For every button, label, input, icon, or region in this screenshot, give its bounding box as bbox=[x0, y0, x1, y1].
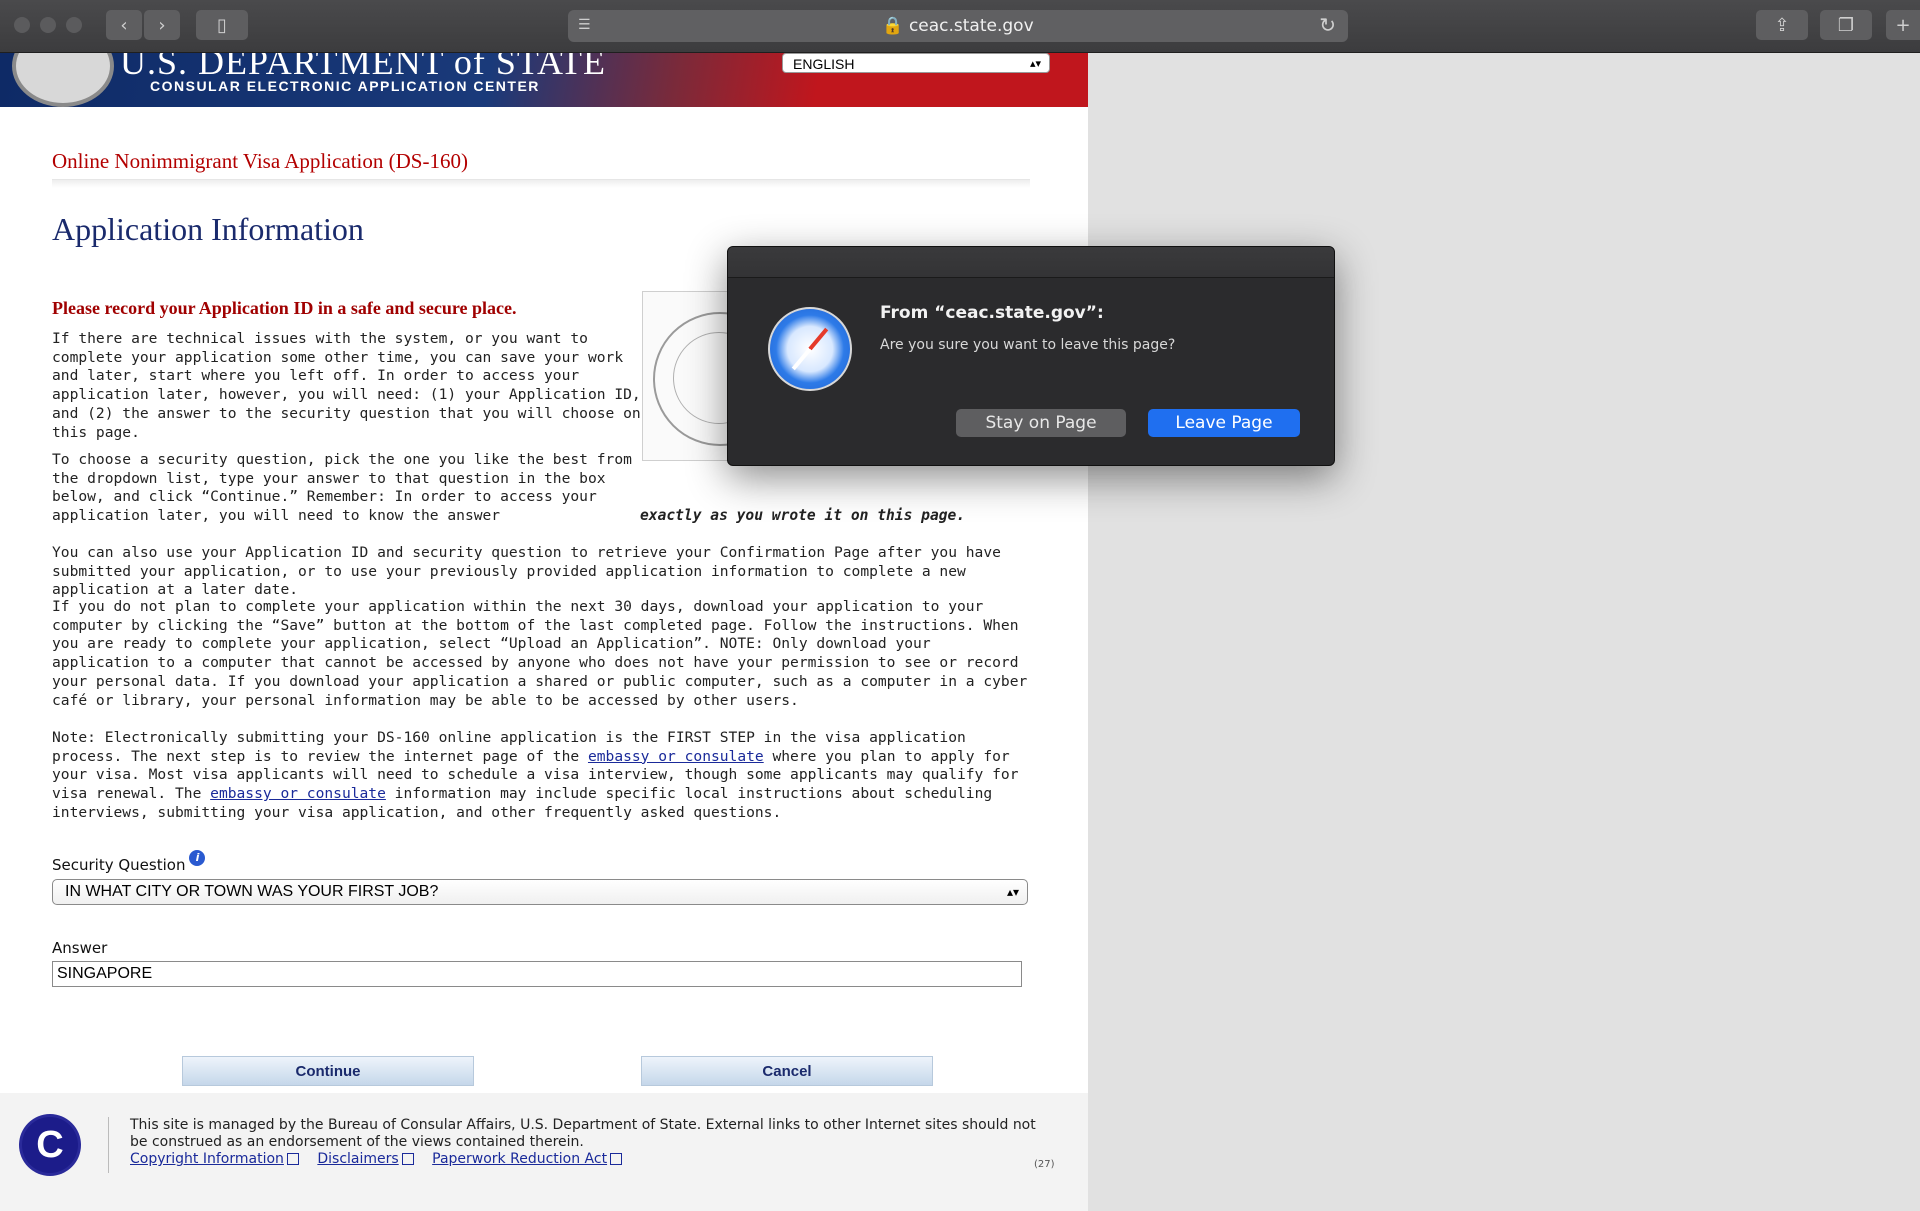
language-select[interactable]: ENGLISH ▴▾ bbox=[782, 53, 1050, 73]
select-arrows-icon: ▴▾ bbox=[1029, 58, 1041, 70]
dialog-titlebar bbox=[728, 247, 1334, 278]
state-department-seal bbox=[12, 53, 114, 107]
page-title: Application Information bbox=[52, 211, 364, 247]
sidebar-toggle-button[interactable]: ▯ bbox=[196, 10, 248, 40]
disclaimers-link[interactable]: Disclaimers bbox=[317, 1151, 414, 1167]
dialog-title: From “ceac.state.gov”: bbox=[880, 303, 1104, 323]
title-divider bbox=[52, 179, 1030, 188]
address-bar[interactable]: ☰ 🔒 ceac.state.gov ↻ bbox=[568, 10, 1348, 42]
lock-icon: 🔒 bbox=[882, 16, 904, 36]
chevron-right-icon: › bbox=[158, 14, 166, 36]
web-page: U.S. DEPARTMENT of STATE CONSULAR ELECTR… bbox=[0, 53, 1088, 1211]
minimize-window-button[interactable] bbox=[40, 17, 56, 33]
security-question-select[interactable]: IN WHAT CITY OR TOWN WAS YOUR FIRST JOB?… bbox=[52, 879, 1028, 905]
safari-compass-icon bbox=[768, 307, 852, 391]
info-icon[interactable]: i bbox=[189, 850, 206, 866]
footer-links: Copyright Information Disclaimers Paperw… bbox=[130, 1151, 636, 1167]
paperwork-reduction-link[interactable]: Paperwork Reduction Act bbox=[432, 1151, 623, 1167]
paragraph-security-text: To choose a security question, pick the … bbox=[52, 451, 632, 525]
footer-disclaimer: This site is managed by the Bureau of Co… bbox=[130, 1117, 1036, 1150]
new-tab-button[interactable]: + bbox=[1886, 10, 1920, 40]
footer-code: (27) bbox=[1034, 1159, 1055, 1170]
cancel-button[interactable]: Cancel bbox=[641, 1056, 933, 1086]
footer-divider bbox=[108, 1117, 109, 1173]
stay-on-page-button[interactable]: Stay on Page bbox=[956, 409, 1126, 437]
close-window-button[interactable] bbox=[14, 17, 30, 33]
embassy-link-1[interactable]: embassy or consulate bbox=[588, 748, 764, 765]
notice-heading: Please record your Application ID in a s… bbox=[52, 298, 517, 318]
share-button[interactable]: ⇪ bbox=[1756, 10, 1808, 40]
paragraph-technical: If there are technical issues with the s… bbox=[52, 330, 641, 441]
copyright-link[interactable]: Copyright Information bbox=[130, 1151, 299, 1167]
security-question-label: Security Question i bbox=[52, 850, 206, 874]
tabs-overview-button[interactable]: ❐ bbox=[1820, 10, 1872, 40]
external-link-icon bbox=[401, 1153, 414, 1165]
site-subtitle: CONSULAR ELECTRONIC APPLICATION CENTER bbox=[150, 78, 540, 94]
paragraph-retrieve: You can also use your Application ID and… bbox=[52, 544, 1001, 599]
security-question-value: IN WHAT CITY OR TOWN WAS YOUR FIRST JOB? bbox=[65, 883, 439, 900]
back-button[interactable]: ‹ bbox=[106, 10, 142, 40]
select-arrows-icon: ▴▾ bbox=[1006, 885, 1019, 899]
form-title: Online Nonimmigrant Visa Application (DS… bbox=[52, 149, 468, 173]
external-link-icon bbox=[286, 1153, 299, 1165]
leave-page-button[interactable]: Leave Page bbox=[1148, 409, 1300, 437]
forward-button[interactable]: › bbox=[144, 10, 180, 40]
tabs-icon: ❐ bbox=[1837, 14, 1855, 36]
continue-button[interactable]: Continue bbox=[182, 1056, 474, 1086]
url-text: ceac.state.gov bbox=[908, 16, 1034, 36]
leave-page-dialog: From “ceac.state.gov”: Are you sure you … bbox=[727, 246, 1335, 466]
zoom-window-button[interactable] bbox=[66, 17, 82, 33]
paragraph-note: Note: Electronically submitting your DS-… bbox=[52, 729, 1032, 823]
share-icon: ⇪ bbox=[1774, 14, 1790, 36]
plus-icon: + bbox=[1895, 14, 1911, 36]
browser-toolbar: ‹ › ▯ ☰ 🔒 ceac.state.gov ↻ ⇪ ❐ + bbox=[0, 0, 1920, 53]
paragraph-download: If you do not plan to complete your appl… bbox=[52, 598, 1028, 709]
answer-input[interactable]: SINGAPORE bbox=[52, 961, 1022, 987]
page-footer: C This site is managed by the Bureau of … bbox=[0, 1093, 1088, 1211]
answer-label: Answer bbox=[52, 939, 108, 957]
site-banner: U.S. DEPARTMENT of STATE CONSULAR ELECTR… bbox=[0, 53, 1088, 107]
reload-icon[interactable]: ↻ bbox=[1319, 13, 1336, 37]
dialog-message: Are you sure you want to leave this page… bbox=[880, 337, 1176, 353]
paragraph-security-emphasis: exactly as you wrote it on this page. bbox=[640, 507, 966, 525]
external-link-icon bbox=[610, 1153, 623, 1165]
embassy-link-2[interactable]: embassy or consulate bbox=[210, 785, 386, 802]
sidebar-icon: ▯ bbox=[217, 14, 227, 36]
language-value: ENGLISH bbox=[793, 56, 855, 72]
consular-affairs-logo: C bbox=[22, 1117, 78, 1173]
chevron-left-icon: ‹ bbox=[120, 14, 128, 36]
